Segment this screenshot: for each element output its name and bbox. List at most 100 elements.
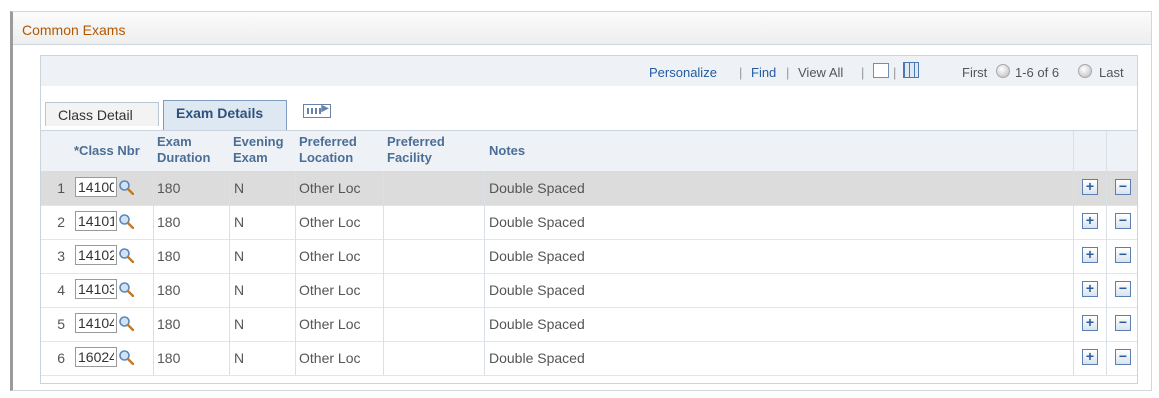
- row-number: 1: [57, 180, 65, 196]
- class-nbr-input[interactable]: [75, 347, 117, 367]
- nav-separator: |: [786, 65, 790, 80]
- divider: [153, 205, 154, 239]
- common-exams-panel: Common Exams Personalize | Find | View A…: [10, 11, 1152, 391]
- nav-separator: |: [861, 65, 865, 80]
- evening-exam: N: [234, 214, 245, 230]
- exam-duration: 180: [157, 316, 181, 332]
- row-number: 5: [57, 316, 65, 332]
- class-nbr-input[interactable]: [75, 245, 117, 265]
- notes: Double Spaced: [489, 350, 585, 366]
- add-row-button[interactable]: +: [1082, 315, 1098, 331]
- col-exam-duration-2[interactable]: Duration: [157, 150, 210, 166]
- divider: [1073, 273, 1074, 307]
- exam-grid: Personalize | Find | View All | | First …: [40, 55, 1138, 384]
- col-evening-exam-1[interactable]: Evening: [233, 134, 284, 150]
- divider: [1106, 239, 1107, 273]
- personalize-link[interactable]: Personalize: [649, 65, 717, 80]
- add-row-button[interactable]: +: [1082, 281, 1098, 297]
- preferred-location: Other Loc: [299, 316, 361, 332]
- delete-row-button[interactable]: −: [1115, 349, 1131, 365]
- exam-duration: 180: [157, 248, 181, 264]
- divider: [383, 341, 384, 375]
- last-label[interactable]: Last: [1099, 65, 1124, 80]
- delete-row-button[interactable]: −: [1115, 179, 1131, 195]
- row-number: 2: [57, 214, 65, 230]
- divider: [1073, 205, 1074, 239]
- notes: Double Spaced: [489, 180, 585, 196]
- column-headers: *Class Nbr Exam Duration Evening Exam Pr…: [41, 130, 1137, 172]
- add-row-button[interactable]: +: [1082, 213, 1098, 229]
- class-nbr-input[interactable]: [75, 279, 117, 299]
- divider: [383, 273, 384, 307]
- add-row-button[interactable]: +: [1082, 247, 1098, 263]
- col-preferred-location-2[interactable]: Location: [299, 150, 353, 166]
- find-link[interactable]: Find: [751, 65, 776, 80]
- col-evening-exam-2[interactable]: Exam: [233, 150, 268, 166]
- divider: [484, 239, 485, 273]
- view-all-link[interactable]: View All: [798, 65, 843, 80]
- divider: [1073, 131, 1074, 171]
- exam-duration: 180: [157, 282, 181, 298]
- delete-row-button[interactable]: −: [1115, 247, 1131, 263]
- divider: [229, 239, 230, 273]
- next-arrow-icon[interactable]: [1078, 64, 1092, 78]
- class-nbr-input[interactable]: [75, 313, 117, 333]
- show-all-columns-icon[interactable]: [303, 103, 331, 118]
- divider: [153, 273, 154, 307]
- tab-exam-details[interactable]: Exam Details: [163, 100, 287, 130]
- col-class-nbr[interactable]: *Class Nbr: [74, 143, 140, 159]
- divider: [1106, 273, 1107, 307]
- zoom-window-icon[interactable]: [873, 63, 889, 78]
- exam-duration: 180: [157, 350, 181, 366]
- col-preferred-location-1[interactable]: Preferred: [299, 134, 357, 150]
- divider: [1106, 205, 1107, 239]
- download-grid-icon[interactable]: [903, 62, 919, 78]
- divider: [229, 171, 230, 205]
- delete-row-button[interactable]: −: [1115, 213, 1131, 229]
- col-exam-duration-1[interactable]: Exam: [157, 134, 192, 150]
- add-row-button[interactable]: +: [1082, 179, 1098, 195]
- divider: [1073, 239, 1074, 273]
- divider: [229, 273, 230, 307]
- prev-arrow-icon[interactable]: [996, 64, 1010, 78]
- divider: [295, 205, 296, 239]
- divider: [1073, 171, 1074, 205]
- col-preferred-facility-1[interactable]: Preferred: [387, 134, 445, 150]
- lookup-magnifier-icon[interactable]: [118, 247, 134, 263]
- divider: [153, 341, 154, 375]
- divider: [295, 239, 296, 273]
- first-label[interactable]: First: [962, 65, 987, 80]
- lookup-magnifier-icon[interactable]: [118, 179, 134, 195]
- preferred-location: Other Loc: [299, 248, 361, 264]
- exam-duration: 180: [157, 180, 181, 196]
- divider: [383, 171, 384, 205]
- divider: [383, 205, 384, 239]
- evening-exam: N: [234, 282, 245, 298]
- lookup-magnifier-icon[interactable]: [118, 349, 134, 365]
- divider: [1106, 171, 1107, 205]
- delete-row-button[interactable]: −: [1115, 281, 1131, 297]
- divider: [484, 273, 485, 307]
- divider: [383, 239, 384, 273]
- class-nbr-input[interactable]: [75, 211, 117, 231]
- notes: Double Spaced: [489, 214, 585, 230]
- delete-row-button[interactable]: −: [1115, 315, 1131, 331]
- divider: [229, 307, 230, 341]
- lookup-magnifier-icon[interactable]: [118, 281, 134, 297]
- evening-exam: N: [234, 248, 245, 264]
- tab-class-detail[interactable]: Class Detail: [45, 102, 159, 126]
- add-row-button[interactable]: +: [1082, 349, 1098, 365]
- col-notes[interactable]: Notes: [489, 143, 525, 159]
- evening-exam: N: [234, 180, 245, 196]
- divider: [484, 341, 485, 375]
- class-nbr-input[interactable]: [75, 177, 117, 197]
- row-number: 6: [57, 350, 65, 366]
- divider: [1106, 341, 1107, 375]
- notes: Double Spaced: [489, 316, 585, 332]
- lookup-magnifier-icon[interactable]: [118, 213, 134, 229]
- table-row: 3 180 N Other Loc Double Spaced + −: [41, 239, 1137, 274]
- divider: [229, 341, 230, 375]
- col-preferred-facility-2[interactable]: Facility: [387, 150, 432, 166]
- table-row: 1 180 N Other Loc Double Spaced + −: [41, 171, 1137, 206]
- lookup-magnifier-icon[interactable]: [118, 315, 134, 331]
